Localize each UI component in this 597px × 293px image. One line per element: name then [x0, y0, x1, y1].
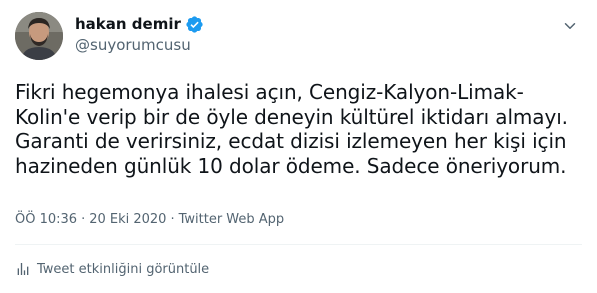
avatar[interactable]: [15, 12, 63, 60]
tweet-text-line: Garanti de verirsiniz, ecdat dizisi izle…: [15, 129, 567, 154]
tweet-meta: ÖÖ 10:36 · 20 Eki 2020 · Twitter Web App: [15, 212, 284, 227]
tweet-text: Fikri hegemonya ihalesi açın, Cengiz-Kal…: [15, 80, 585, 178]
meta-separator: ·: [170, 212, 175, 227]
author-block: hakan demir @suyorumcusu: [75, 14, 204, 55]
tweet-date[interactable]: 20 Eki 2020: [89, 212, 166, 227]
view-activity-link[interactable]: Tweet etkinliğini görüntüle: [15, 261, 209, 277]
view-activity-label: Tweet etkinliğini görüntüle: [37, 261, 210, 277]
author-name-row: hakan demir: [75, 14, 204, 34]
more-options-button[interactable]: [558, 14, 582, 38]
tweet-card: hakan demir @suyorumcusu Fikri hegemonya…: [0, 0, 597, 293]
chevron-down-icon: [564, 23, 576, 29]
bar-chart-icon: [17, 263, 29, 275]
tweet-text-line: Fikri hegemonya ihalesi açın, Cengiz-Kal…: [15, 80, 524, 104]
verified-badge-icon: [185, 15, 204, 34]
tweet-source[interactable]: Twitter Web App: [179, 212, 285, 227]
tweet-text-line: hazineden günlük 10 dolar ödeme. Sadece …: [15, 153, 567, 178]
divider: [15, 244, 582, 245]
meta-separator: ·: [81, 212, 86, 227]
tweet-text-line: Kolin'e verip bir de öyle deneyin kültür…: [15, 104, 568, 129]
author-handle[interactable]: @suyorumcusu: [75, 35, 204, 55]
tweet-time[interactable]: ÖÖ 10:36: [15, 212, 77, 227]
author-display-name[interactable]: hakan demir: [75, 14, 181, 34]
